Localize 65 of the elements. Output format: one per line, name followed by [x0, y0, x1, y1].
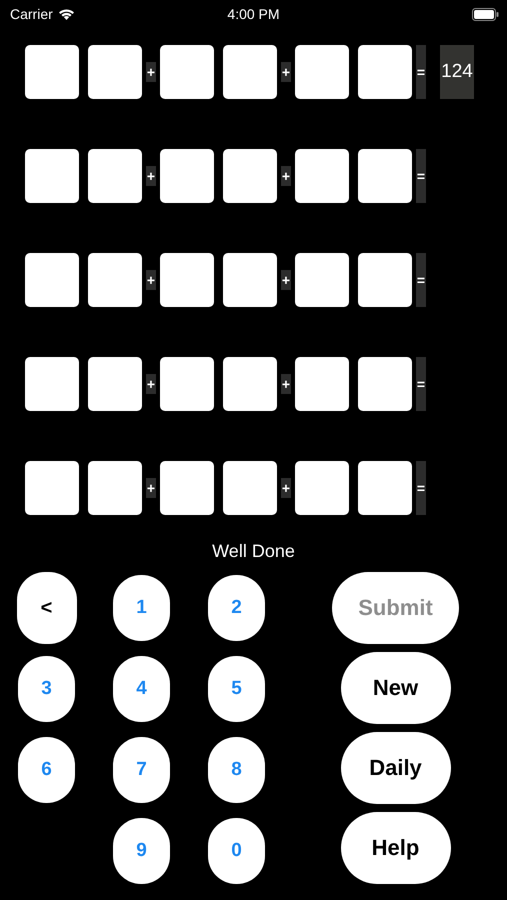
answer-box[interactable]: [223, 253, 277, 307]
target-number: 124: [440, 45, 474, 99]
answer-box[interactable]: [295, 253, 349, 307]
answer-box[interactable]: [358, 149, 412, 203]
digit-key[interactable]: 8: [208, 737, 265, 803]
action-button[interactable]: Help: [340, 812, 450, 884]
digit-key[interactable]: 9: [113, 818, 170, 884]
battery-icon: [472, 8, 499, 20]
status-message: Well Done: [212, 541, 295, 561]
answer-box[interactable]: [160, 45, 214, 99]
operator-label: +: [281, 166, 291, 186]
operator-label: +: [281, 478, 291, 498]
answer-box[interactable]: [88, 149, 142, 203]
answer-box[interactable]: [358, 45, 412, 99]
answer-box[interactable]: [295, 357, 349, 411]
answer-box[interactable]: [295, 45, 349, 99]
digit-key[interactable]: 2: [208, 575, 265, 641]
answer-box[interactable]: [88, 45, 142, 99]
wifi-icon: [58, 8, 75, 20]
answer-box[interactable]: [88, 357, 142, 411]
operator-label: +: [281, 270, 291, 290]
operator-label: +: [281, 374, 291, 394]
operator-label: +: [146, 62, 156, 82]
action-button[interactable]: Daily: [340, 732, 450, 804]
answer-box[interactable]: [160, 253, 214, 307]
answer-box[interactable]: [295, 149, 349, 203]
backspace-key[interactable]: <: [16, 572, 76, 644]
answer-box[interactable]: [160, 461, 214, 515]
answer-box[interactable]: [25, 357, 79, 411]
answer-box[interactable]: [25, 461, 79, 515]
answer-box[interactable]: [25, 149, 79, 203]
answer-box[interactable]: [223, 357, 277, 411]
operator-label: =: [416, 461, 426, 515]
digit-key[interactable]: 0: [208, 818, 265, 884]
answer-box[interactable]: [295, 461, 349, 515]
answer-box[interactable]: [358, 253, 412, 307]
operator-label: +: [146, 478, 156, 498]
answer-box[interactable]: [223, 149, 277, 203]
answer-box[interactable]: [160, 149, 214, 203]
digit-key[interactable]: 7: [113, 737, 170, 803]
operator-label: +: [281, 62, 291, 82]
answer-box[interactable]: [358, 461, 412, 515]
carrier-label: Carrier: [10, 6, 53, 22]
operator-label: +: [146, 166, 156, 186]
answer-box[interactable]: [88, 253, 142, 307]
clock-time: 4:00 PM: [227, 6, 280, 22]
answer-box[interactable]: [358, 357, 412, 411]
operator-label: =: [416, 253, 426, 307]
action-button[interactable]: New: [340, 652, 450, 724]
answer-box[interactable]: [160, 357, 214, 411]
digit-key[interactable]: 6: [18, 737, 75, 803]
operator-label: =: [416, 149, 426, 203]
digit-key[interactable]: 5: [208, 656, 265, 722]
digit-key[interactable]: 1: [113, 575, 170, 641]
answer-box[interactable]: [25, 45, 79, 99]
digit-key[interactable]: 3: [18, 656, 75, 722]
answer-box[interactable]: [25, 253, 79, 307]
answer-box[interactable]: [223, 461, 277, 515]
operator-label: +: [146, 270, 156, 290]
answer-box[interactable]: [223, 45, 277, 99]
operator-label: =: [416, 45, 426, 99]
operator-label: +: [146, 374, 156, 394]
answer-box[interactable]: [88, 461, 142, 515]
digit-key[interactable]: 4: [113, 656, 170, 722]
operator-label: =: [416, 357, 426, 411]
